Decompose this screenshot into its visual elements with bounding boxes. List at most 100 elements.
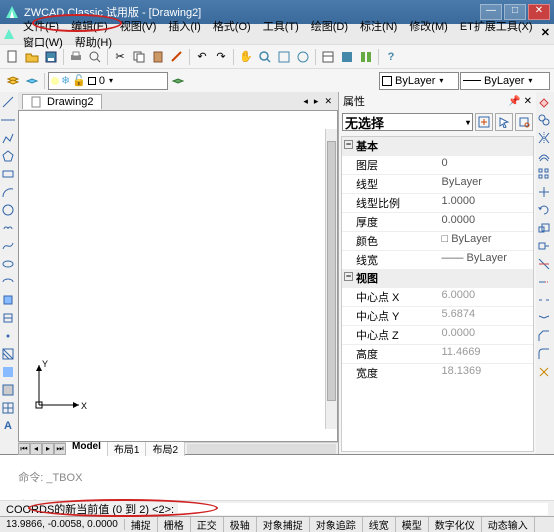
polyline-icon[interactable] bbox=[0, 130, 16, 146]
color-combo[interactable]: ByLayer ▾ bbox=[379, 72, 459, 90]
menu-item[interactable]: 视图(V) bbox=[114, 19, 163, 35]
status-mode[interactable]: 动态输入 bbox=[482, 517, 535, 532]
property-row[interactable]: 中心点 Z0.0000 bbox=[342, 325, 533, 344]
ellipsearc-icon[interactable] bbox=[0, 274, 16, 290]
horizontal-scrollbar[interactable] bbox=[187, 444, 336, 454]
pickadd-icon[interactable] bbox=[475, 113, 493, 131]
chamfer-icon[interactable] bbox=[536, 328, 552, 344]
match-icon[interactable] bbox=[168, 48, 186, 66]
menu-item[interactable]: 文件(F) bbox=[17, 19, 65, 35]
spline-icon[interactable] bbox=[0, 238, 16, 254]
property-row[interactable]: 中心点 X6.0000 bbox=[342, 287, 533, 306]
property-row[interactable]: 厚度0.0000 bbox=[342, 212, 533, 231]
props-icon[interactable] bbox=[319, 48, 337, 66]
coords-readout[interactable]: 13.9866, -0.0058, 0.0000 bbox=[0, 519, 125, 530]
menu-item[interactable]: 帮助(H) bbox=[69, 35, 118, 51]
menu-item[interactable]: 编辑(E) bbox=[65, 19, 114, 35]
model-tab[interactable]: 布局2 bbox=[146, 441, 185, 456]
menu-item[interactable]: 绘图(D) bbox=[305, 19, 354, 35]
line-icon[interactable] bbox=[0, 94, 16, 110]
status-mode[interactable]: 对象捕捉 bbox=[257, 517, 310, 532]
ellipse-icon[interactable] bbox=[0, 256, 16, 272]
status-mode[interactable]: 栅格 bbox=[158, 517, 191, 532]
circle-icon[interactable] bbox=[0, 202, 16, 218]
model-tab[interactable]: Model bbox=[66, 441, 108, 456]
break-icon[interactable] bbox=[536, 292, 552, 308]
copy-obj-icon[interactable] bbox=[536, 112, 552, 128]
menu-item[interactable]: 插入(I) bbox=[162, 19, 206, 35]
selection-combo[interactable]: 无选择▾ bbox=[342, 113, 473, 131]
category-view[interactable]: −视图 bbox=[342, 269, 533, 287]
join-icon[interactable] bbox=[536, 310, 552, 326]
help-icon[interactable]: ? bbox=[382, 48, 400, 66]
tab-next-icon[interactable]: ▸ bbox=[312, 96, 321, 107]
toolpalette-icon[interactable] bbox=[357, 48, 375, 66]
menu-item[interactable]: 标注(N) bbox=[354, 19, 403, 35]
gradient-icon[interactable] bbox=[0, 364, 16, 380]
rotate-icon[interactable] bbox=[536, 202, 552, 218]
linetype-combo[interactable]: ByLayer ▾ bbox=[460, 72, 550, 90]
layer-manager-icon[interactable] bbox=[4, 72, 22, 90]
arc-icon[interactable] bbox=[0, 184, 16, 200]
trim-icon[interactable] bbox=[536, 256, 552, 272]
tab-last-icon[interactable]: ⏭ bbox=[54, 443, 66, 455]
explode-icon[interactable] bbox=[536, 364, 552, 380]
region-icon[interactable] bbox=[0, 382, 16, 398]
status-mode[interactable]: 线宽 bbox=[363, 517, 396, 532]
mirror-icon[interactable] bbox=[536, 130, 552, 146]
property-row[interactable]: 图层0 bbox=[342, 155, 533, 174]
model-viewport[interactable]: XY bbox=[18, 110, 338, 442]
close-document-button[interactable]: ✕ bbox=[541, 26, 550, 39]
menu-item[interactable]: ET扩展工具(X) bbox=[454, 19, 539, 35]
xline-icon[interactable] bbox=[0, 112, 16, 128]
status-mode[interactable]: 正交 bbox=[191, 517, 224, 532]
document-tab[interactable]: Drawing2 bbox=[22, 94, 102, 109]
tab-next-icon[interactable]: ▸ bbox=[42, 443, 54, 455]
designcenter-icon[interactable] bbox=[338, 48, 356, 66]
property-row[interactable]: 线型ByLayer bbox=[342, 174, 533, 193]
property-row[interactable]: 中心点 Y5.6874 bbox=[342, 306, 533, 325]
table-icon[interactable] bbox=[0, 400, 16, 416]
revcloud-icon[interactable] bbox=[0, 220, 16, 236]
menu-item[interactable]: 工具(T) bbox=[257, 19, 305, 35]
property-row[interactable]: 线型比例1.0000 bbox=[342, 193, 533, 212]
zoom-window-icon[interactable] bbox=[275, 48, 293, 66]
status-mode[interactable]: 模型 bbox=[396, 517, 429, 532]
property-row[interactable]: 颜色□ ByLayer bbox=[342, 231, 533, 250]
menu-item[interactable]: 修改(M) bbox=[403, 19, 454, 35]
panel-close-icon[interactable]: ✕ bbox=[524, 96, 532, 107]
command-input[interactable] bbox=[178, 503, 548, 515]
block-icon[interactable] bbox=[0, 310, 16, 326]
mtext-icon[interactable]: A bbox=[0, 418, 16, 434]
offset-icon[interactable] bbox=[536, 148, 552, 164]
array-icon[interactable] bbox=[536, 166, 552, 182]
rectangle-icon[interactable] bbox=[0, 166, 16, 182]
extend-icon[interactable] bbox=[536, 274, 552, 290]
status-mode[interactable]: 数字化仪 bbox=[429, 517, 482, 532]
tab-prev-icon[interactable]: ◂ bbox=[301, 96, 310, 107]
erase-icon[interactable] bbox=[536, 94, 552, 110]
redo-icon[interactable]: ↷ bbox=[212, 48, 230, 66]
property-row[interactable]: 高度11.4669 bbox=[342, 344, 533, 363]
quickselect-icon[interactable] bbox=[515, 113, 533, 131]
select-icon[interactable] bbox=[495, 113, 513, 131]
property-row[interactable]: 宽度18.1369 bbox=[342, 363, 533, 382]
vertical-scrollbar[interactable] bbox=[325, 129, 337, 429]
category-basic[interactable]: −基本 bbox=[342, 137, 533, 155]
fillet-icon[interactable] bbox=[536, 346, 552, 362]
point-icon[interactable] bbox=[0, 328, 16, 344]
menu-item[interactable]: 格式(O) bbox=[207, 19, 257, 35]
status-mode[interactable]: 对象追踪 bbox=[310, 517, 363, 532]
pin-icon[interactable]: 📌 bbox=[508, 96, 520, 107]
property-row[interactable]: 线宽—— ByLayer bbox=[342, 250, 533, 269]
model-tab[interactable]: 布局1 bbox=[108, 441, 147, 456]
layer-combo[interactable]: ❄ 🔓 0 ▾ bbox=[48, 72, 168, 90]
undo-icon[interactable]: ↶ bbox=[193, 48, 211, 66]
polygon-icon[interactable] bbox=[0, 148, 16, 164]
layer-state-icon[interactable] bbox=[23, 72, 41, 90]
zoom-icon[interactable] bbox=[256, 48, 274, 66]
menu-item[interactable]: 窗口(W) bbox=[17, 35, 69, 51]
insert-icon[interactable] bbox=[0, 292, 16, 308]
tab-prev-icon[interactable]: ◂ bbox=[30, 443, 42, 455]
pan-icon[interactable]: ✋ bbox=[237, 48, 255, 66]
